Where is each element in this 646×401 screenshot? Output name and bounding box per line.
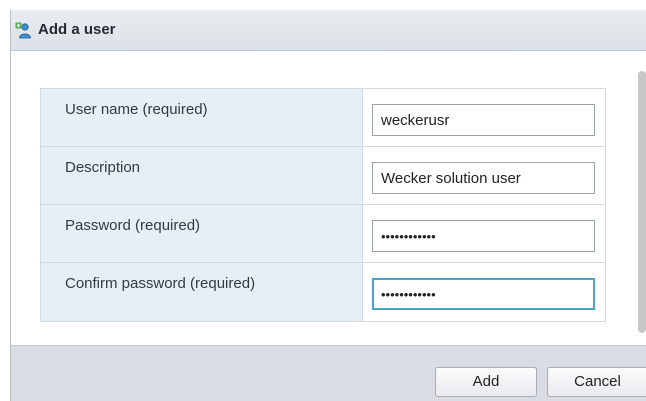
form-row-confirm-password: Confirm password (required) bbox=[41, 263, 605, 321]
confirm-password-label: Confirm password (required) bbox=[65, 275, 256, 292]
dialog-title: Add a user bbox=[38, 21, 116, 38]
password-label: Password (required) bbox=[65, 217, 201, 234]
add-button[interactable]: Add bbox=[435, 367, 537, 397]
label-cell: Password (required) bbox=[41, 205, 363, 262]
password-input[interactable] bbox=[372, 220, 595, 252]
description-input[interactable] bbox=[372, 162, 595, 194]
vertical-scrollbar[interactable] bbox=[638, 71, 646, 333]
label-cell: Confirm password (required) bbox=[41, 263, 363, 321]
confirm-password-input[interactable] bbox=[372, 278, 595, 310]
description-label: Description bbox=[65, 159, 141, 176]
username-input[interactable] bbox=[372, 104, 595, 136]
label-cell: Description bbox=[41, 147, 363, 204]
add-user-dialog: Add a user User name (required) Descript… bbox=[10, 10, 646, 401]
dialog-title-bar: Add a user bbox=[11, 10, 646, 51]
form-row-description: Description bbox=[41, 147, 605, 205]
form-row-password: Password (required) bbox=[41, 205, 605, 263]
cancel-button[interactable]: Cancel bbox=[547, 367, 646, 397]
add-user-icon bbox=[15, 22, 31, 39]
user-form: User name (required) Description Passwor… bbox=[40, 88, 606, 322]
form-row-username: User name (required) bbox=[41, 89, 605, 147]
username-label: User name (required) bbox=[65, 101, 208, 118]
dialog-footer: Add Cancel bbox=[11, 345, 646, 401]
label-cell: User name (required) bbox=[41, 89, 363, 146]
